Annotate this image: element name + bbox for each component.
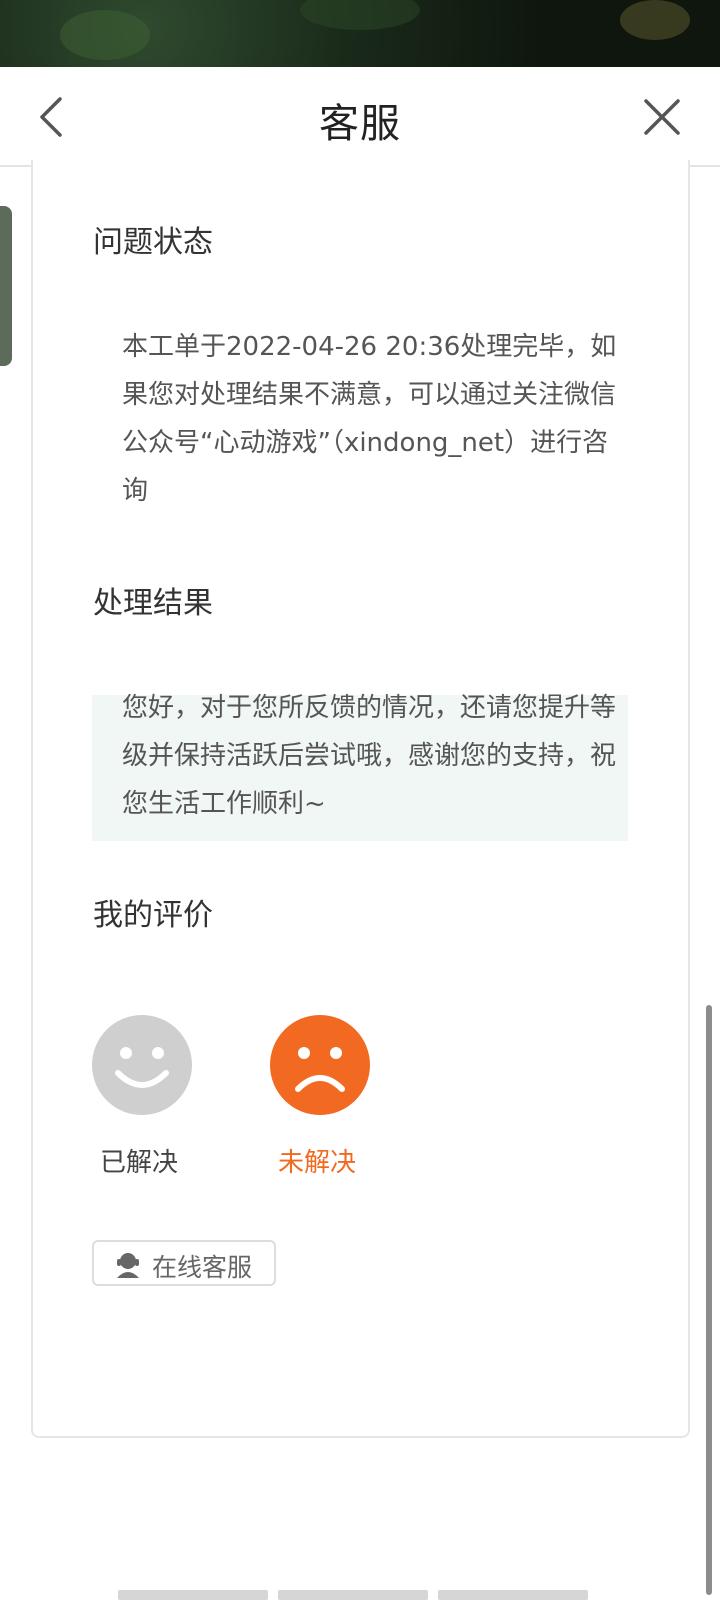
status-text: 本工单于2022-04-26 20:36处理完毕，如果您对处理结果不满意，可以通… [122, 332, 617, 506]
page-title: 客服 [319, 101, 401, 147]
result-section-title: 处理结果 [93, 586, 213, 621]
side-drawer-handle[interactable] [0, 206, 12, 366]
sad-face-icon [295, 1047, 345, 1092]
resolved-button[interactable] [92, 1015, 192, 1115]
result-text: 您好，对于您所反馈的情况，还请您提升等级并保持活跃后尝试哦，感谢您的支持，祝您生… [122, 693, 617, 819]
close-button[interactable] [634, 89, 690, 145]
online-service-label: 在线客服 [152, 1253, 253, 1282]
app-header: 客服 [0, 67, 720, 167]
rating-section-title: 我的评价 [93, 898, 213, 933]
status-section-title: 问题状态 [93, 225, 213, 260]
smile-face-icon [115, 1047, 169, 1088]
customer-service-icon [117, 1253, 139, 1278]
bottom-tab-bar [118, 1590, 588, 1600]
unresolved-button[interactable] [270, 1015, 370, 1115]
scrollbar[interactable] [706, 1005, 712, 1595]
online-service-button[interactable]: 在线客服 [92, 1240, 276, 1286]
close-icon [644, 99, 680, 135]
bottom-tab-3[interactable] [438, 1590, 588, 1600]
top-background-image [0, 0, 720, 67]
bottom-tab-1[interactable] [118, 1590, 268, 1600]
unresolved-label[interactable]: 未解决 [278, 1142, 356, 1179]
resolved-label[interactable]: 已解决 [100, 1142, 178, 1179]
bottom-tab-2[interactable] [278, 1590, 428, 1600]
